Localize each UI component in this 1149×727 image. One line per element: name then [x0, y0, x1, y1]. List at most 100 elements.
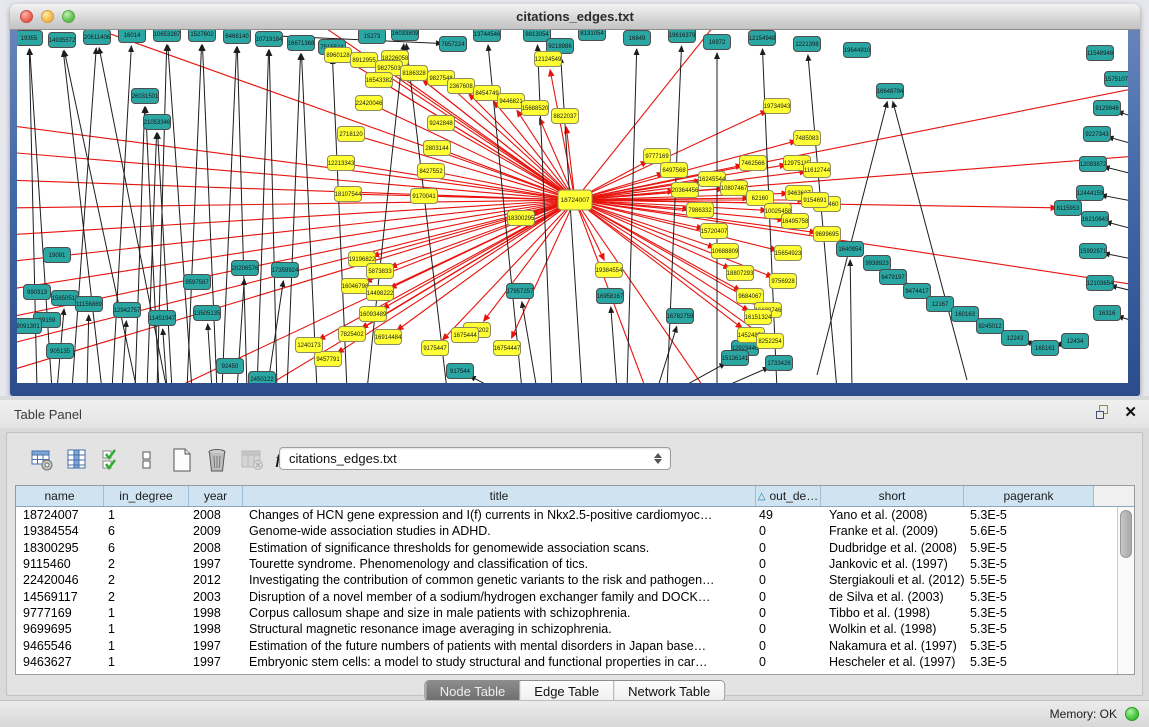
cell-year[interactable]: 2003 [189, 590, 243, 604]
cell-name[interactable]: 18300295 [16, 541, 104, 555]
memory-status-indicator[interactable] [1125, 707, 1139, 721]
column-header-in_degree[interactable]: in_degree [104, 486, 189, 506]
graph-edge[interactable] [72, 48, 96, 383]
graph-edge[interactable] [63, 51, 102, 383]
graph-edge[interactable] [87, 315, 89, 383]
table-row[interactable]: 1938455462009Genome-wide association stu… [16, 523, 1134, 539]
cell-short[interactable]: Franke et al. (2009) [821, 524, 964, 538]
cell-in_degree[interactable]: 6 [104, 541, 189, 555]
graph-edge[interactable] [64, 51, 137, 383]
graph-edge[interactable] [302, 54, 317, 383]
graph-edge[interactable] [561, 57, 582, 383]
minimize-window-button[interactable] [41, 10, 54, 23]
cell-in_degree[interactable]: 2 [104, 573, 189, 587]
graph-edge[interactable] [893, 102, 967, 380]
cell-year[interactable]: 1997 [189, 655, 243, 669]
graph-edge[interactable] [657, 327, 677, 383]
cell-out_degree[interactable]: 0 [756, 606, 821, 620]
cell-title[interactable]: Corpus callosum shape and size in male p… [243, 606, 756, 620]
graph-edge[interactable] [808, 55, 837, 383]
table-row[interactable]: 1830029562008Estimation of significance … [16, 540, 1134, 556]
graph-edge[interactable] [208, 324, 212, 383]
cell-pagerank[interactable]: 5.3E-5 [964, 655, 1094, 669]
cell-title[interactable]: Changes of HCN gene expression and I(f) … [243, 508, 756, 522]
cell-title[interactable]: Disruption of a novel member of a sodium… [243, 590, 756, 604]
cell-in_degree[interactable]: 1 [104, 508, 189, 522]
cell-in_degree[interactable]: 1 [104, 606, 189, 620]
column-header-title[interactable]: title [243, 486, 756, 506]
column-header-short[interactable]: short [821, 486, 964, 506]
cell-out_degree[interactable]: 49 [756, 508, 821, 522]
cell-year[interactable]: 1997 [189, 639, 243, 653]
cell-out_degree[interactable]: 0 [756, 639, 821, 653]
tab-node-table[interactable]: Node Table [425, 681, 520, 701]
graph-edge[interactable] [237, 47, 247, 383]
cell-year[interactable]: 2008 [189, 541, 243, 555]
graph-edge[interactable] [202, 45, 217, 383]
cell-out_degree[interactable]: 0 [756, 590, 821, 604]
zoom-window-button[interactable] [62, 10, 75, 23]
cell-year[interactable]: 2009 [189, 524, 243, 538]
cell-short[interactable]: Wolkin et al. (1998) [821, 622, 964, 636]
cell-name[interactable]: 14569117 [16, 590, 104, 604]
cell-in_degree[interactable]: 2 [104, 557, 189, 571]
cell-out_degree[interactable]: 0 [756, 655, 821, 669]
cell-pagerank[interactable]: 5.3E-5 [964, 557, 1094, 571]
cell-pagerank[interactable]: 5.3E-5 [964, 590, 1094, 604]
cell-title[interactable]: Estimation of the future numbers of pati… [243, 639, 756, 653]
cell-short[interactable]: Tibbo et al. (1998) [821, 606, 964, 620]
column-header-year[interactable]: year [189, 486, 243, 506]
graph-edge[interactable] [257, 50, 269, 383]
cell-short[interactable]: Jankovic et al. (1997) [821, 557, 964, 571]
toggle-rows-icon[interactable] [134, 447, 160, 473]
cell-out_degree[interactable]: 0 [756, 573, 821, 587]
network-window-titlebar[interactable]: citations_edges.txt [10, 4, 1140, 30]
graph-edge[interactable] [168, 45, 192, 383]
cell-name[interactable]: 19384554 [16, 524, 104, 538]
table-row[interactable]: 946362711997Embryonic stem cells: a mode… [16, 654, 1134, 670]
table-row[interactable]: 911546021997Tourette syndrome. Phenomeno… [16, 556, 1134, 572]
table-selector-dropdown[interactable]: citations_edges.txt [279, 447, 671, 470]
table-row[interactable]: 2242004622012Investigating the contribut… [16, 572, 1134, 588]
network-window[interactable]: citations_edges.txt 18724007193551493557… [10, 4, 1140, 396]
cell-out_degree[interactable]: 0 [756, 622, 821, 636]
cell-title[interactable]: Genome-wide association studies in ADHD. [243, 524, 756, 538]
cell-in_degree[interactable]: 1 [104, 622, 189, 636]
graph-edge[interactable] [163, 329, 167, 383]
cell-year[interactable]: 1998 [189, 622, 243, 636]
graph-edge[interactable] [1104, 253, 1128, 260]
graph-edge[interactable] [158, 133, 172, 383]
graph-edge[interactable] [17, 200, 575, 208]
table-row[interactable]: 1872400712008Changes of HCN gene express… [16, 507, 1134, 523]
cell-name[interactable]: 9115460 [16, 557, 104, 571]
graph-edge[interactable] [1101, 195, 1128, 202]
close-window-button[interactable] [20, 10, 33, 23]
cell-out_degree[interactable]: 0 [756, 557, 821, 571]
cell-title[interactable]: Structural magnetic resonance image aver… [243, 622, 756, 636]
graph-edge[interactable] [135, 107, 145, 383]
table-row[interactable]: 969969511998Structural magnetic resonanc… [16, 621, 1134, 637]
table-row[interactable]: 946554611997Estimation of the future num… [16, 637, 1134, 653]
cell-title[interactable]: Tourette syndrome. Phenomenology and cla… [243, 557, 756, 571]
cell-short[interactable]: Nakamura et al. (1997) [821, 639, 964, 653]
vertical-scrollbar[interactable] [1117, 507, 1134, 674]
cell-name[interactable]: 9463627 [16, 655, 104, 669]
cell-year[interactable]: 2008 [189, 508, 243, 522]
graph-edge[interactable] [112, 46, 131, 383]
cell-short[interactable]: Yano et al. (2008) [821, 508, 964, 522]
graph-edge[interactable] [222, 47, 237, 383]
table-row[interactable]: 1456911722003Disruption of a novel membe… [16, 588, 1134, 604]
cell-pagerank[interactable]: 5.9E-5 [964, 541, 1094, 555]
column-header-pagerank[interactable]: pagerank [964, 486, 1094, 506]
cell-pagerank[interactable]: 5.3E-5 [964, 622, 1094, 636]
scrollbar-thumb[interactable] [1120, 510, 1132, 558]
cell-out_degree[interactable]: 0 [756, 541, 821, 555]
cell-short[interactable]: Dudbridge et al. (2008) [821, 541, 964, 555]
cell-name[interactable]: 9777169 [16, 606, 104, 620]
tab-edge-table[interactable]: Edge Table [519, 681, 613, 701]
cell-pagerank[interactable]: 5.3E-5 [964, 606, 1094, 620]
graph-edge[interactable] [470, 376, 497, 383]
cell-year[interactable]: 1998 [189, 606, 243, 620]
cell-title[interactable]: Estimation of significance thresholds fo… [243, 541, 756, 555]
graph-edge[interactable] [850, 260, 852, 383]
